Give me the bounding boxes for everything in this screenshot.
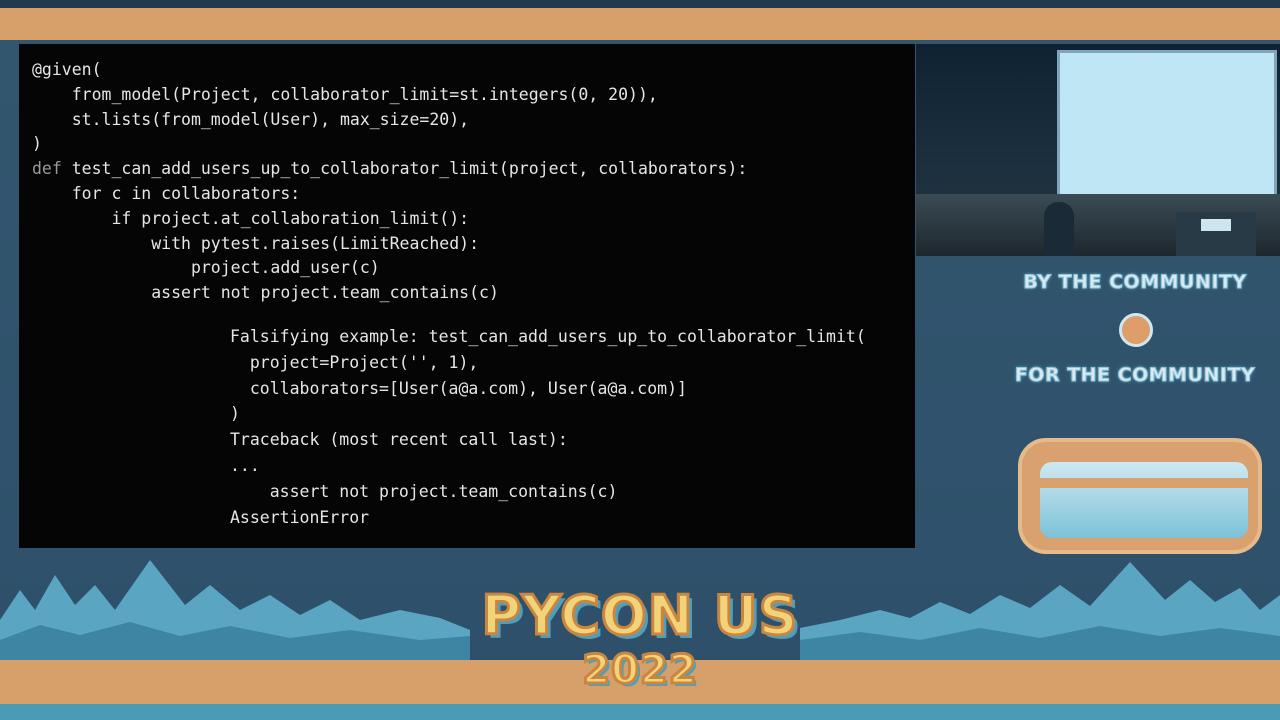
code-line: @given( <box>32 60 102 79</box>
slogan-divider-dot <box>1119 313 1153 347</box>
slogan-for-community: FOR THE COMMUNITY <box>1014 364 1256 387</box>
sticker-graphic <box>1040 462 1248 538</box>
code-line: from_model(Project, collaborator_limit=s… <box>32 84 658 104</box>
output-line: Traceback (most recent call last): <box>230 430 568 450</box>
code-line: st.lists(from_model(User), max_size=20), <box>32 109 470 129</box>
falsifying-output: Falsifying example: test_can_add_users_u… <box>230 324 866 530</box>
code-line: for c in collaborators: <box>32 183 301 203</box>
code-line: if project.at_collaboration_limit(): <box>32 208 470 228</box>
output-line: assert not project.team_contains(c) <box>230 481 618 501</box>
code-line: ) <box>32 134 42 154</box>
top-border-tan <box>0 8 1280 40</box>
slogan-by-community: BY THE COMMUNITY <box>1023 271 1247 294</box>
code-line: project.add_user(c) <box>32 258 380 278</box>
code-slide: @given( from_model(Project, collaborator… <box>19 44 915 548</box>
output-line: Falsifying example: test_can_add_users_u… <box>230 327 866 346</box>
pycon-year-text: 2022 <box>581 647 698 694</box>
output-line: collaborators=[User(a@a.com), User(a@a.c… <box>230 378 687 398</box>
speaker-camera-feed <box>916 44 1280 256</box>
top-border-dark <box>0 0 1280 8</box>
podium-screen <box>1201 219 1231 231</box>
output-line: ) <box>230 404 240 424</box>
output-line: project=Project('', 1), <box>230 352 479 372</box>
speaker-silhouette <box>1044 202 1074 256</box>
code-line: with pytest.raises(LimitReached): <box>32 233 480 253</box>
pycon-sticker-logo <box>1018 438 1262 554</box>
code-line: assert not project.team_contains(c) <box>32 283 499 303</box>
bottom-border-blue <box>0 704 1280 720</box>
source-code: @given( from_model(Project, collaborator… <box>32 58 747 306</box>
output-line: AssertionError <box>230 507 370 527</box>
output-line: ... <box>230 455 260 475</box>
sticker-wave <box>1040 478 1248 488</box>
pycon-us-logo-text: PYCON US <box>480 584 799 647</box>
projector-screen <box>1057 50 1277 198</box>
code-line: def test_can_add_users_up_to_collaborato… <box>32 159 748 179</box>
